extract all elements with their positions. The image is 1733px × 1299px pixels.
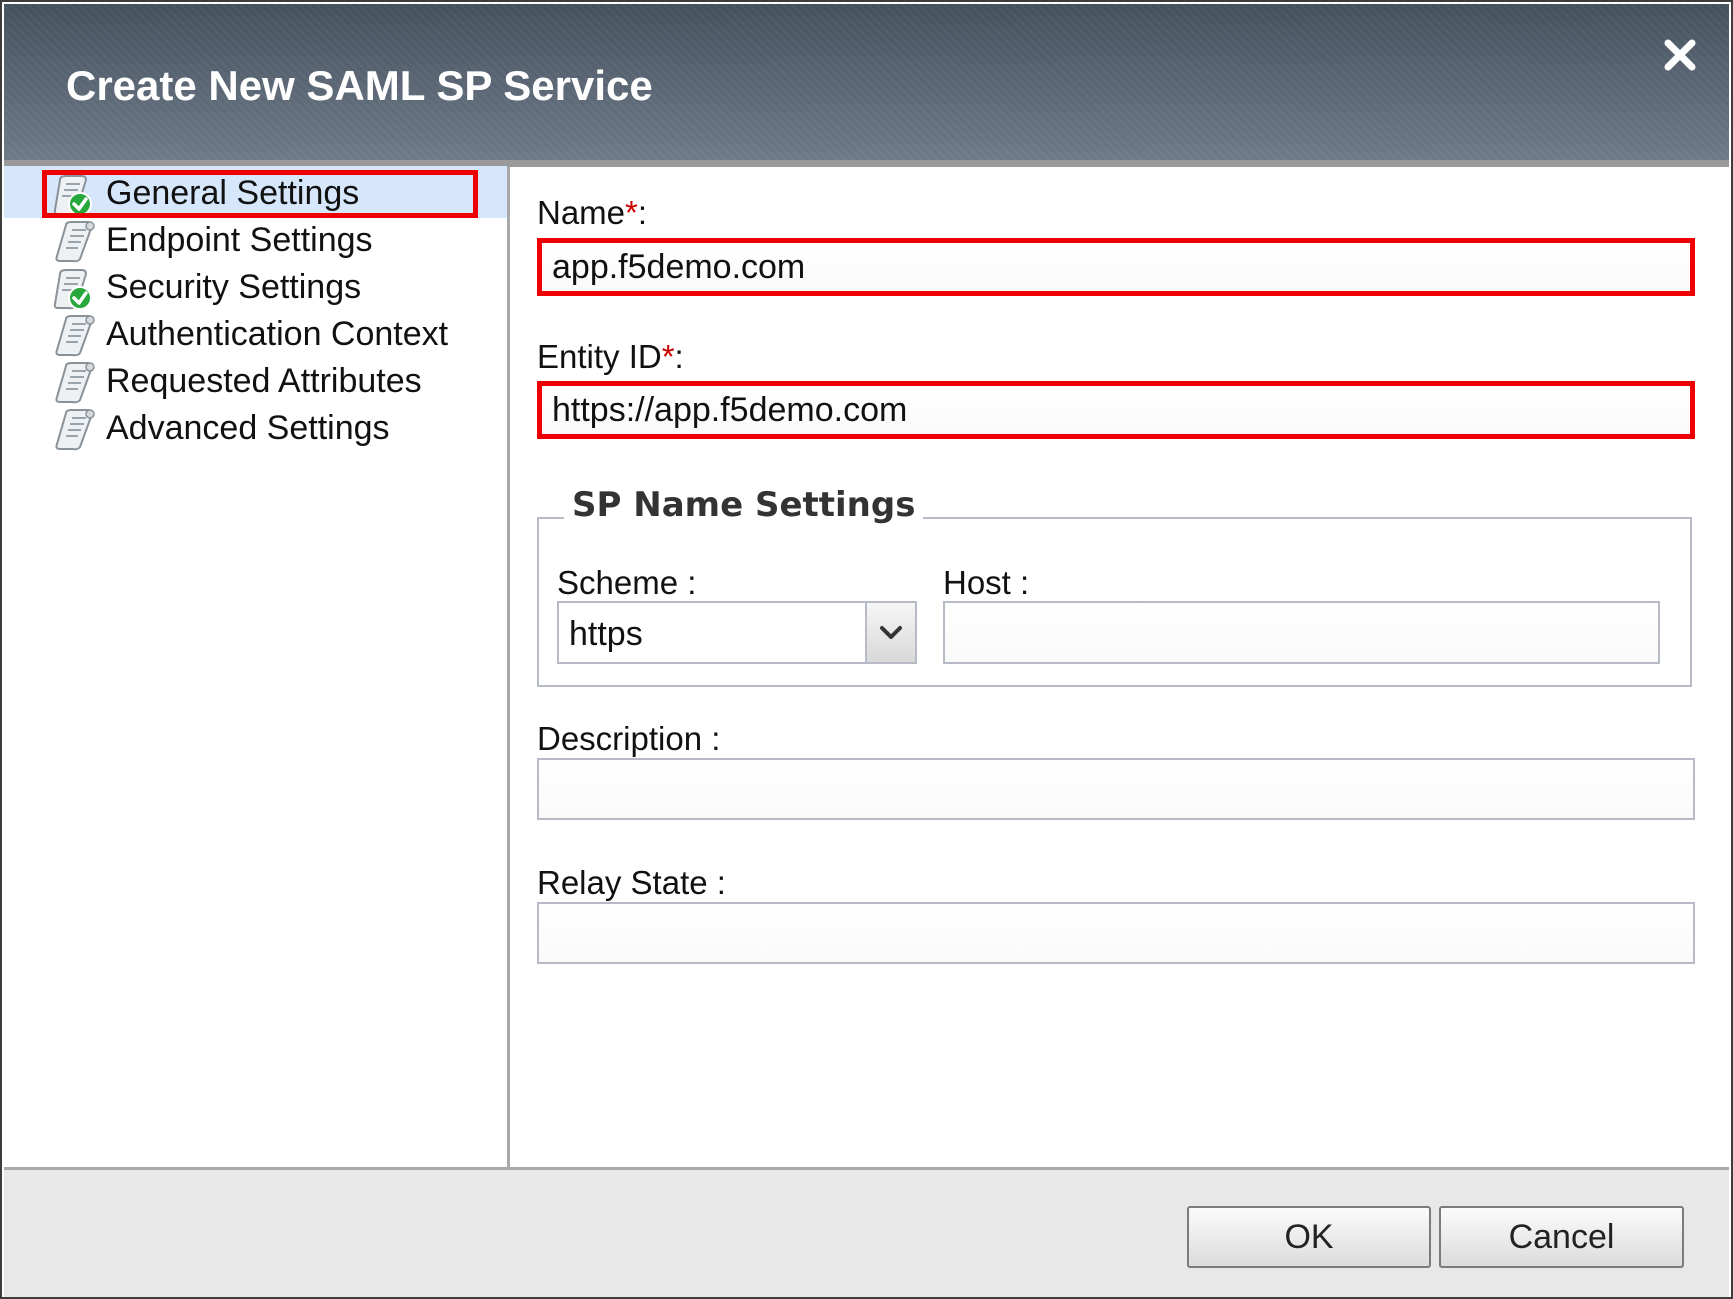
required-marker: * bbox=[625, 194, 638, 231]
host-label: Host : bbox=[943, 564, 1030, 601]
scheme-selected-value: https bbox=[569, 615, 643, 653]
required-marker: * bbox=[661, 338, 675, 375]
sidebar-item-authentication-context[interactable]: Authentication Context bbox=[4, 307, 507, 359]
chevron-down-icon[interactable] bbox=[865, 603, 915, 662]
description-label: Description : bbox=[537, 720, 721, 757]
name-field[interactable] bbox=[537, 238, 1695, 296]
sidebar-item-security-settings[interactable]: Security Settings bbox=[4, 260, 507, 312]
entity-id-label: Entity ID*: bbox=[537, 338, 684, 375]
dialog-footer: OK Cancel bbox=[4, 1167, 1729, 1297]
sidebar-item-label: Security Settings bbox=[106, 268, 362, 306]
close-icon[interactable] bbox=[1659, 34, 1701, 76]
ok-button[interactable]: OK bbox=[1187, 1206, 1431, 1268]
name-label: Name*: bbox=[537, 194, 648, 231]
sidebar-item-label: Authentication Context bbox=[106, 315, 449, 353]
scheme-select[interactable]: https bbox=[557, 601, 917, 664]
scheme-label: Scheme : bbox=[557, 564, 697, 601]
settings-sidebar: General Settings Endpoint Settings Secur… bbox=[4, 166, 510, 1167]
scroll-check-icon bbox=[52, 174, 98, 216]
sidebar-item-general-settings[interactable]: General Settings bbox=[4, 166, 507, 218]
sidebar-item-label: Endpoint Settings bbox=[106, 221, 373, 259]
scroll-check-icon bbox=[52, 268, 98, 310]
cancel-button[interactable]: Cancel bbox=[1439, 1206, 1684, 1268]
sidebar-item-requested-attributes[interactable]: Requested Attributes bbox=[4, 354, 507, 406]
sp-name-settings-legend: SP Name Settings bbox=[564, 485, 924, 525]
sidebar-item-advanced-settings[interactable]: Advanced Settings bbox=[4, 401, 507, 453]
dialog-title: Create New SAML SP Service bbox=[66, 62, 653, 109]
description-field[interactable] bbox=[537, 758, 1695, 820]
relay-state-label: Relay State : bbox=[537, 864, 726, 901]
scroll-icon bbox=[52, 221, 98, 263]
sidebar-item-label: Requested Attributes bbox=[106, 362, 422, 400]
dialog-titlebar: Create New SAML SP Service bbox=[4, 4, 1729, 160]
scroll-icon bbox=[52, 409, 98, 451]
general-settings-form: Name*: Entity ID*: SP Name Settings Sche… bbox=[510, 167, 1729, 1167]
create-saml-sp-dialog: Create New SAML SP Service General Setti… bbox=[0, 0, 1733, 1299]
relay-state-field[interactable] bbox=[537, 902, 1695, 964]
entity-id-field[interactable] bbox=[537, 381, 1695, 439]
sidebar-item-endpoint-settings[interactable]: Endpoint Settings bbox=[4, 213, 507, 265]
sidebar-item-label: General Settings bbox=[106, 174, 360, 212]
sidebar-item-label: Advanced Settings bbox=[106, 409, 390, 447]
scroll-icon bbox=[52, 362, 98, 404]
host-field[interactable] bbox=[943, 601, 1660, 664]
scroll-icon bbox=[52, 315, 98, 357]
